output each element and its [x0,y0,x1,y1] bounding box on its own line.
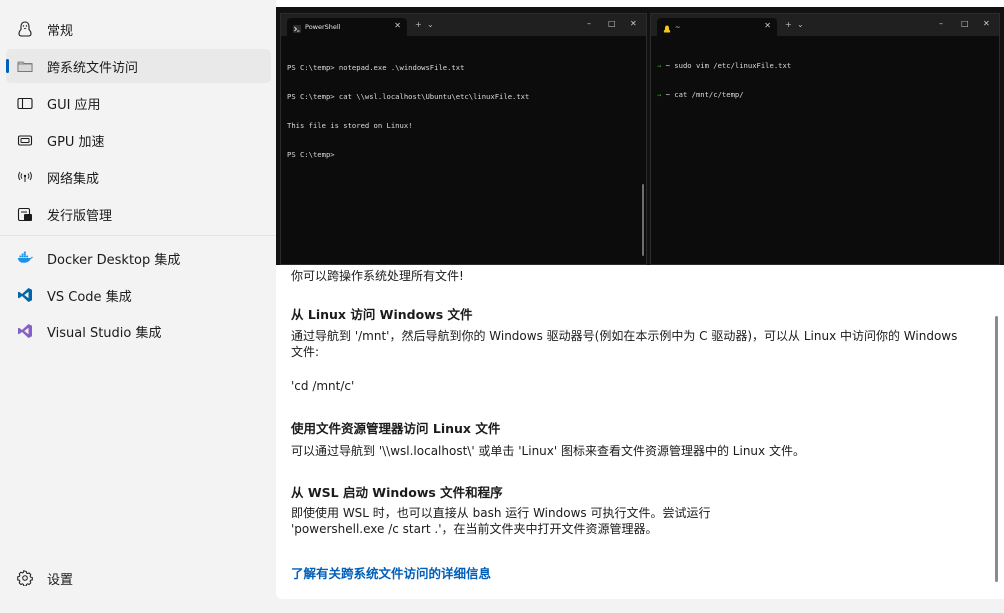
powershell-icon [293,18,301,37]
section-body: 文件: [291,345,320,359]
chevron-down-icon: ⌄ [797,20,804,29]
sidebar: 常规 跨系统文件访问 GUI 应用 GPU 加速 网络集成 发行版管理 Dock… [0,0,276,613]
sidebar-item-label: GUI 应用 [47,98,101,113]
section-body: 即使使用 WSL 时，也可以直接从 bash 运行 Windows 可执行文件。… [291,506,711,520]
docker-icon [17,250,33,266]
content-scrollbar[interactable] [995,316,998,582]
sidebar-item-vscode[interactable]: VS Code 集成 [6,278,271,312]
window-icon [17,95,33,111]
section-body: 通过导航到 '/mnt'，然后导航到你的 Windows 驱动器号(例如在本示例… [291,329,958,343]
sidebar-item-docker[interactable]: Docker Desktop 集成 [6,241,271,275]
prompt-arrow-icon: → [657,89,666,99]
hero-image: PowerShell ✕ + ⌄ – □ ✕ PS C:\temp> notep… [276,7,1004,265]
selection-indicator [6,59,9,73]
minimize-icon: – [939,19,943,28]
gear-icon [17,570,33,586]
sidebar-item-gui-apps[interactable]: GUI 应用 [6,86,271,120]
close-window-icon: ✕ [983,19,990,28]
terminal-line: PS C:\temp> cat \\wsl.localhost\Ubuntu\e… [287,91,530,101]
sidebar-item-gpu[interactable]: GPU 加速 [6,123,271,157]
terminal-line-text: ~ sudo vim /etc/linuxFile.txt [665,61,792,71]
plus-icon: + [415,20,422,29]
intro-text: 你可以跨操作系统处理所有文件! [291,269,464,283]
code-snippet[interactable]: 'cd /mnt/c' [291,378,354,394]
visual-studio-icon [17,323,33,339]
close-icon: ✕ [764,21,771,30]
terminal-line-text: ~ cat /mnt/c/temp/ [665,89,744,99]
sidebar-item-label: 常规 [47,24,74,39]
content-panel: PowerShell ✕ + ⌄ – □ ✕ PS C:\temp> notep… [276,0,1004,599]
sidebar-item-label: Docker Desktop 集成 [47,253,181,268]
terminal-scrollbar [642,184,644,256]
folder-icon [17,58,33,74]
close-icon: ✕ [394,21,401,30]
sidebar-item-label: 发行版管理 [47,209,113,224]
sidebar-item-settings[interactable]: 设置 [6,561,271,595]
sidebar-item-label: 跨系统文件访问 [47,61,139,76]
sidebar-item-label: 网络集成 [47,172,100,187]
sidebar-item-label: 设置 [47,573,74,588]
terminal-line: → ~ sudo vim /etc/linuxFile.txt [657,61,993,71]
sidebar-item-label: GPU 加速 [47,135,105,150]
terminal-tab-strip: PowerShell ✕ + ⌄ – □ ✕ [281,14,646,36]
terminal-line: This file is stored on Linux! [287,120,413,130]
sidebar-item-network[interactable]: 网络集成 [6,160,271,194]
linux-terminal: ~ ✕ + ⌄ – □ ✕ → ~ sudo vim /etc/linuxFil… [650,13,1000,265]
powershell-terminal: PowerShell ✕ + ⌄ – □ ✕ PS C:\temp> notep… [280,13,647,265]
vscode-icon [17,287,33,303]
terminal-tab: ~ ✕ [657,18,777,36]
maximize-icon: □ [961,19,969,28]
sidebar-item-label: VS Code 集成 [47,290,132,305]
terminal-tab-title: PowerShell [305,23,341,31]
section-body: 可以通过导航到 '\\wsl.localhost\' 或单击 'Linux' 图… [291,444,805,458]
network-icon [17,169,33,185]
sidebar-item-distro-management[interactable]: 发行版管理 [6,197,271,231]
sidebar-item-label: Visual Studio 集成 [47,326,162,341]
sidebar-divider [0,235,276,236]
sidebar-item-general[interactable]: 常规 [6,12,271,46]
prompt-arrow-icon: → [657,61,666,71]
penguin-icon [17,21,33,37]
maximize-icon: □ [608,19,616,28]
section-title: 使用文件资源管理器访问 Linux 文件 [291,421,501,436]
section-title: 从 Linux 访问 Windows 文件 [291,307,473,322]
chevron-down-icon: ⌄ [427,20,434,29]
terminal-tab: PowerShell ✕ [287,18,407,36]
distro-icon [17,206,33,222]
section-body: 'powershell.exe /c start .'，在当前文件夹中打开文件资… [291,522,658,536]
linux-icon [663,18,671,37]
sidebar-item-visual-studio[interactable]: Visual Studio 集成 [6,314,271,348]
terminal-line: PS C:\temp> notepad.exe .\windowsFile.tx… [287,63,465,73]
terminal-line: PS C:\temp> [287,149,335,159]
close-window-icon: ✕ [630,19,637,28]
terminal-output: PS C:\temp> notepad.exe .\windowsFile.tx… [287,44,640,178]
terminal-output: → ~ sudo vim /etc/linuxFile.txt → ~ cat … [657,42,993,119]
sidebar-item-cross-os-files[interactable]: 跨系统文件访问 [6,49,271,83]
gpu-icon [17,132,33,148]
terminal-line: → ~ cat /mnt/c/temp/ [657,90,993,100]
terminal-tab-strip: ~ ✕ + ⌄ – □ ✕ [651,14,999,36]
plus-icon: + [785,20,792,29]
terminal-tab-title: ~ [675,23,681,31]
learn-more-link[interactable]: 了解有关跨系统文件访问的详细信息 [291,563,491,582]
minimize-icon: – [587,19,591,28]
section-title: 从 WSL 启动 Windows 文件和程序 [291,485,503,500]
